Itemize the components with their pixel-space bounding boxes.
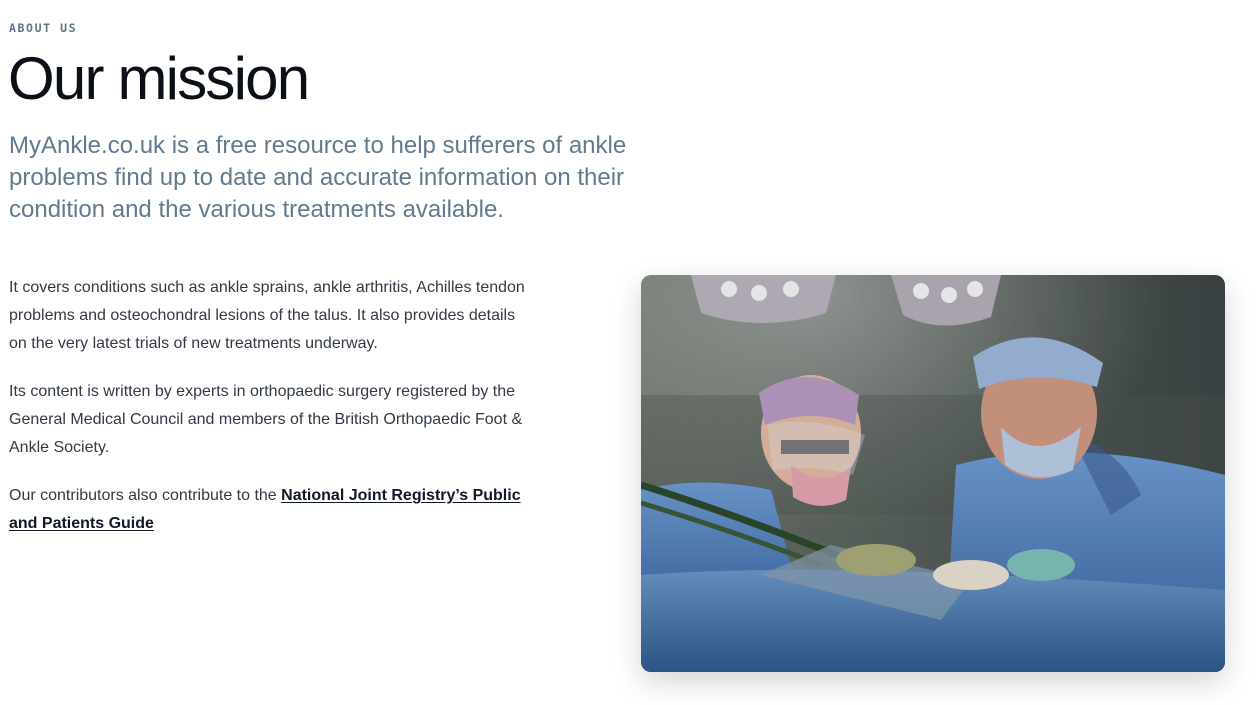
body-paragraph-contributors: Our contributors also contribute to the … xyxy=(9,482,529,538)
body-paragraph-experts: Its content is written by experts in ort… xyxy=(9,383,523,456)
section-eyebrow: ABOUT US xyxy=(9,21,78,35)
contributors-text: Our contributors also contribute to the xyxy=(9,487,282,504)
body-paragraph-conditions: It covers conditions such as ankle sprai… xyxy=(9,279,525,352)
body-text-column: It covers conditions such as ankle sprai… xyxy=(9,274,529,558)
surgeons-operating-photo xyxy=(641,275,1225,672)
lead-paragraph: MyAnkle.co.uk is a free resource to help… xyxy=(9,132,627,223)
page-title: Our mission xyxy=(8,45,310,112)
